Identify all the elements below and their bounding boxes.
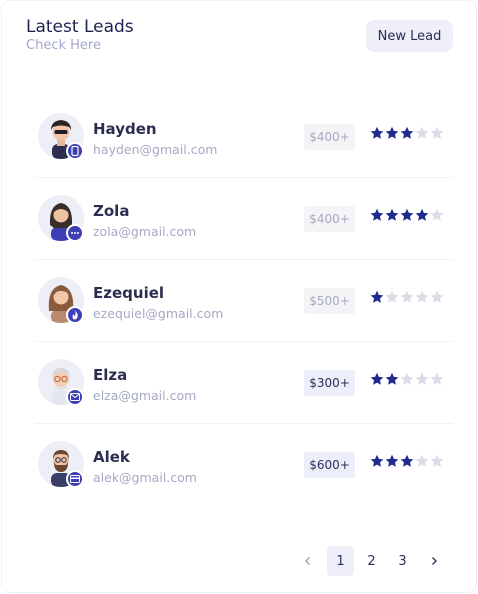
star-filled-icon xyxy=(385,126,399,139)
card-title: Latest Leads xyxy=(26,17,134,37)
star-filled-icon xyxy=(400,454,414,467)
lead-amount-badge: $400+ xyxy=(304,206,355,232)
lead-email: hayden@gmail.com xyxy=(93,142,218,157)
star-empty-icon xyxy=(415,454,429,467)
star-empty-icon xyxy=(430,454,444,467)
card-subtitle: Check Here xyxy=(26,38,101,53)
page-3-button[interactable]: 3 xyxy=(389,546,416,576)
star-filled-icon xyxy=(370,126,384,139)
lead-badge xyxy=(66,388,84,406)
star-empty-icon xyxy=(430,208,444,221)
latest-leads-card: Latest Leads Check Here New Lead Hayden h… xyxy=(2,1,476,592)
page-2-button[interactable]: 2 xyxy=(358,546,385,576)
star-empty-icon xyxy=(400,290,414,303)
lead-amount-badge: $400+ xyxy=(304,124,355,150)
lead-badge xyxy=(66,142,84,160)
lead-row[interactable]: Alek alek@gmail.com $600+ xyxy=(35,423,453,505)
card-icon xyxy=(70,475,80,483)
lead-name[interactable]: Zola xyxy=(93,202,129,220)
next-page-button[interactable] xyxy=(424,546,444,576)
lead-email: zola@gmail.com xyxy=(93,224,197,239)
star-empty-icon xyxy=(415,372,429,385)
lead-email: elza@gmail.com xyxy=(93,388,197,403)
star-filled-icon xyxy=(370,454,384,467)
lead-amount-badge: $300+ xyxy=(304,370,355,396)
star-empty-icon xyxy=(430,290,444,303)
star-filled-icon xyxy=(370,372,384,385)
lead-rating xyxy=(370,208,444,226)
lead-badge xyxy=(66,224,84,242)
lead-email: ezequiel@gmail.com xyxy=(93,306,224,321)
lead-rating xyxy=(370,290,444,308)
star-filled-icon xyxy=(385,372,399,385)
lead-rating xyxy=(370,126,444,144)
page-1-button[interactable]: 1 xyxy=(327,546,354,576)
star-empty-icon xyxy=(385,290,399,303)
star-empty-icon xyxy=(430,126,444,139)
lead-name[interactable]: Alek xyxy=(93,448,130,466)
fire-icon xyxy=(71,310,79,320)
lead-badge xyxy=(66,470,84,488)
star-empty-icon xyxy=(415,126,429,139)
lead-amount-badge: $500+ xyxy=(304,288,355,314)
lead-rating xyxy=(370,372,444,390)
star-empty-icon xyxy=(400,372,414,385)
star-empty-icon xyxy=(430,372,444,385)
star-filled-icon xyxy=(370,290,384,303)
prev-page-button[interactable] xyxy=(298,546,318,576)
lead-name[interactable]: Hayden xyxy=(93,120,157,138)
star-filled-icon xyxy=(415,208,429,221)
lead-rating xyxy=(370,454,444,472)
chevron-left-icon xyxy=(305,557,310,565)
lead-row[interactable]: Ezequiel ezequiel@gmail.com $500+ xyxy=(35,259,453,342)
star-filled-icon xyxy=(400,208,414,221)
lead-name[interactable]: Ezequiel xyxy=(93,284,164,302)
star-filled-icon xyxy=(385,208,399,221)
mail-icon xyxy=(70,393,80,401)
lead-row[interactable]: Zola zola@gmail.com $400+ xyxy=(35,177,453,260)
star-filled-icon xyxy=(370,208,384,221)
star-filled-icon xyxy=(385,454,399,467)
chat-icon xyxy=(70,230,80,236)
chevron-right-icon xyxy=(432,557,437,565)
lead-row[interactable]: Elza elza@gmail.com $300+ xyxy=(35,341,453,424)
lead-badge xyxy=(66,306,84,324)
new-lead-button[interactable]: New Lead xyxy=(366,20,453,52)
star-empty-icon xyxy=(415,290,429,303)
lead-amount-badge: $600+ xyxy=(304,452,355,478)
lead-email: alek@gmail.com xyxy=(93,470,197,485)
lead-row[interactable]: Hayden hayden@gmail.com $400+ xyxy=(35,95,453,178)
phone-icon xyxy=(71,146,79,156)
star-filled-icon xyxy=(400,126,414,139)
lead-name[interactable]: Elza xyxy=(93,366,127,384)
